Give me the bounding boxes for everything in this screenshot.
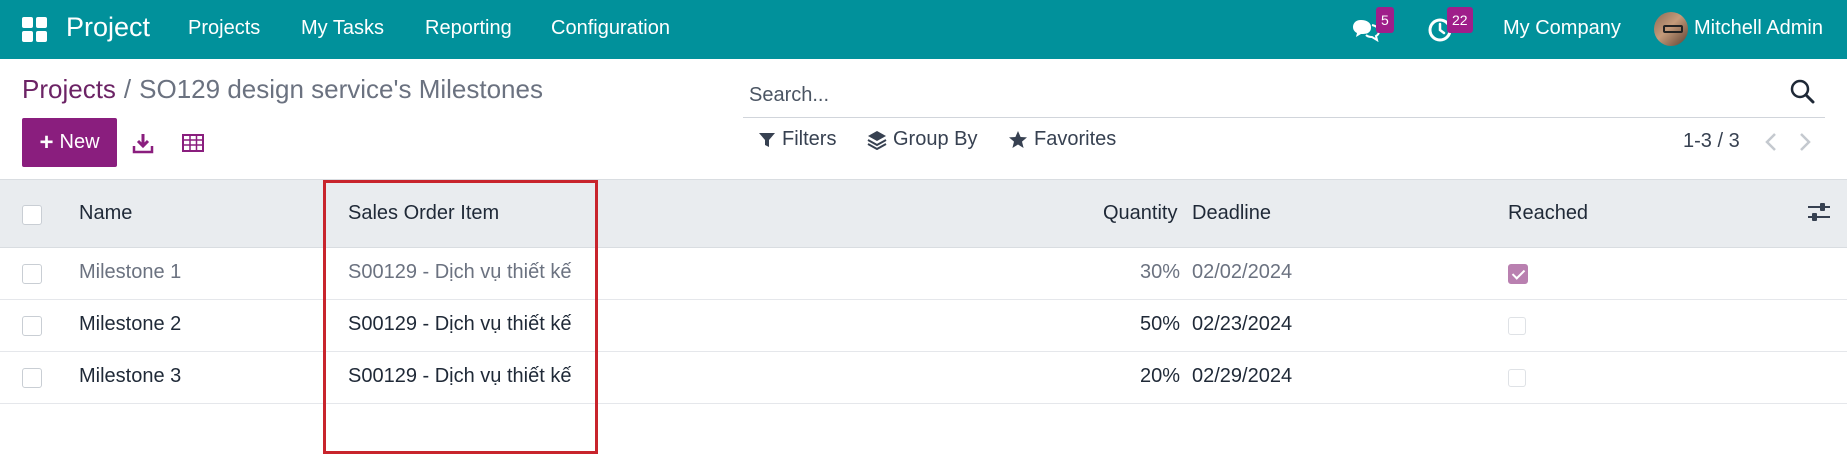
row-deadline: 02/02/2024 [1192, 261, 1293, 283]
search-input[interactable] [749, 78, 1749, 112]
row-checkbox[interactable] [22, 264, 42, 284]
column-settings-icon[interactable] [1807, 201, 1833, 227]
column-name[interactable]: Name [79, 202, 132, 225]
filters-label: Filters [782, 128, 837, 150]
row-checkbox[interactable] [22, 368, 42, 388]
favorites-button[interactable]: Favorites [1008, 128, 1116, 151]
select-all-checkbox[interactable] [22, 205, 42, 225]
pager-previous-icon[interactable] [1759, 129, 1783, 155]
star-icon [1009, 130, 1027, 148]
pager-next-icon[interactable] [1793, 129, 1817, 155]
row-sales-order-item: S00129 - Dịch vụ thiết kế [348, 313, 572, 335]
column-reached[interactable]: Reached [1508, 202, 1588, 225]
page-title: SO129 design service's Milestones [139, 74, 543, 104]
breadcrumb: Projects / SO129 design service's Mileston… [22, 74, 543, 105]
activities-badge: 22 [1447, 7, 1473, 33]
layers-icon [867, 130, 887, 150]
column-quantity[interactable]: Quantity [1103, 202, 1177, 225]
column-sales-order-item[interactable]: Sales Order Item [348, 202, 499, 225]
apps-menu-icon[interactable] [22, 17, 47, 42]
menu-my-tasks[interactable]: My Tasks [301, 17, 384, 40]
download-icon[interactable] [128, 128, 158, 158]
row-name: Milestone 3 [79, 365, 182, 387]
top-navbar: Project Projects My Tasks Reporting Conf… [0, 0, 1847, 59]
app-name[interactable]: Project [66, 12, 150, 43]
row-sales-order-item: S00129 - Dịch vụ thiết kế [348, 365, 572, 387]
favorites-label: Favorites [1034, 128, 1117, 150]
user-avatar[interactable] [1654, 12, 1688, 46]
breadcrumb-separator: / [123, 74, 132, 104]
breadcrumb-projects-link[interactable]: Projects [22, 74, 116, 104]
company-switcher[interactable]: My Company [1503, 17, 1621, 40]
new-button[interactable]: + New [22, 118, 117, 167]
filters-button[interactable]: Filters [758, 128, 836, 151]
row-quantity: 50% [1139, 313, 1180, 335]
filter-icon [759, 132, 775, 147]
row-reached-checkbox[interactable] [1508, 264, 1528, 284]
column-deadline[interactable]: Deadline [1192, 202, 1271, 225]
row-name: Milestone 2 [79, 313, 182, 335]
group-by-label: Group By [893, 128, 978, 150]
new-button-label: New [59, 131, 100, 153]
table-header: Name Sales Order Item Quantity Deadline … [0, 179, 1847, 248]
row-deadline: 02/29/2024 [1192, 365, 1293, 387]
row-reached-checkbox[interactable] [1508, 317, 1526, 335]
row-checkbox[interactable] [22, 316, 42, 336]
row-quantity: 30% [1139, 261, 1180, 283]
pager-value[interactable]: 1-3 / 3 [1683, 130, 1740, 153]
table-row[interactable]: Milestone 1 S00129 - Dịch vụ thiết kế 30… [0, 248, 1847, 300]
menu-projects[interactable]: Projects [188, 17, 260, 40]
search-icon[interactable] [1789, 78, 1819, 108]
plus-icon: + [39, 128, 54, 156]
search-bar [743, 74, 1825, 118]
row-sales-order-item: S00129 - Dịch vụ thiết kế [348, 261, 572, 283]
table-row[interactable]: Milestone 2 S00129 - Dịch vụ thiết kế 50… [0, 300, 1847, 352]
row-quantity: 20% [1139, 365, 1180, 387]
row-deadline: 02/23/2024 [1192, 313, 1293, 335]
table-row[interactable]: Milestone 3 S00129 - Dịch vụ thiết kế 20… [0, 352, 1847, 404]
menu-configuration[interactable]: Configuration [551, 17, 670, 40]
spreadsheet-icon[interactable] [178, 128, 208, 158]
group-by-button[interactable]: Group By [867, 128, 977, 151]
messages-badge: 5 [1376, 7, 1394, 33]
row-name: Milestone 1 [79, 261, 182, 283]
menu-reporting[interactable]: Reporting [425, 17, 512, 40]
user-menu[interactable]: Mitchell Admin [1694, 17, 1823, 40]
row-reached-checkbox[interactable] [1508, 369, 1526, 387]
